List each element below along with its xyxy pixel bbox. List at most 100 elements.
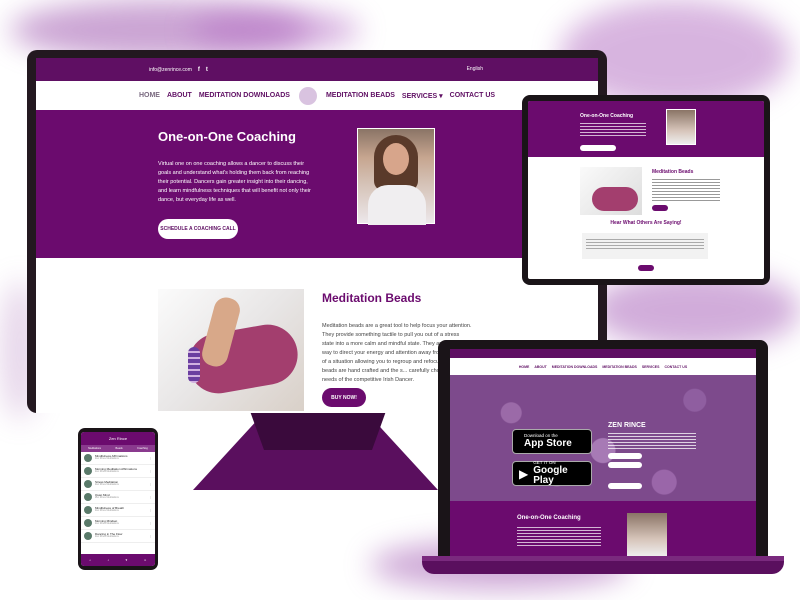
twitter-icon[interactable]: t — [206, 67, 208, 73]
track-subtitle: Zen Rince Meditations — [95, 509, 119, 513]
testimonial-box — [582, 233, 708, 259]
coaching-hero: One-on-One Coaching Virtual one on one c… — [36, 110, 598, 258]
nav-about[interactable]: ABOUT — [167, 92, 192, 99]
list-item[interactable]: Mindfulness Affirmations Zen Rince Medita… — [81, 452, 155, 465]
testimonial-button[interactable] — [638, 265, 654, 271]
track-thumbnail — [84, 454, 92, 462]
smoke-decoration — [190, 10, 360, 50]
nav-services[interactable]: SERVICES ▾ — [402, 92, 443, 100]
track-subtitle: Zen Rince Meditations — [95, 522, 119, 526]
nav-meditation-downloads[interactable]: MEDITATION DOWNLOADS — [552, 365, 598, 369]
more-icon[interactable]: ⋮ — [149, 456, 152, 460]
list-item[interactable]: Morning Mindset Zen Rince Meditations ⋮ — [81, 517, 155, 530]
coaching-description: Virtual one on one coaching allows a dan… — [158, 161, 311, 203]
language-selector[interactable]: English — [467, 66, 483, 72]
laptop-portrait-image — [627, 513, 667, 556]
email-link[interactable]: info@zenrince.com — [149, 67, 192, 73]
testimonials-title: Hear What Others Are Saying! — [610, 220, 682, 226]
tablet-device: One-on-One Coaching Meditation Beads Hea… — [522, 95, 770, 285]
tablet-hero-text — [580, 123, 646, 137]
coaching-title: One-on-One Coaching — [158, 129, 296, 144]
tablet-beads-text — [652, 179, 720, 201]
nav-meditation-downloads[interactable]: MEDITATION DOWNLOADS — [199, 92, 290, 99]
list-item[interactable]: Dancing in The Flow Zen Rince Meditations… — [81, 530, 155, 543]
list-item[interactable]: Mindfulness of Breath Zen Rince Meditatio… — [81, 504, 155, 517]
more-icon[interactable]: ⋮ — [149, 482, 152, 486]
meditation-beads-image — [158, 289, 304, 411]
laptop-pill-button[interactable] — [608, 483, 642, 489]
tablet-schedule-button[interactable] — [580, 145, 616, 151]
laptop-pill-button[interactable] — [608, 453, 642, 459]
phone-app-header: Zen Rince — [81, 432, 155, 445]
buy-now-button[interactable]: BUY NOW! — [322, 388, 366, 407]
lotus-logo-icon[interactable] — [298, 86, 317, 105]
list-item[interactable]: Quiet Mind Zen Rince Meditations ⋮ — [81, 491, 155, 504]
more-icon[interactable]: ⋮ — [149, 469, 152, 473]
track-thumbnail — [84, 480, 92, 488]
google-play-big: Google Play — [533, 464, 568, 486]
track-subtitle: Zen Rince Meditations — [95, 483, 119, 487]
nav-contact-us[interactable]: CONTACT US — [664, 365, 687, 369]
laptop-hero: Download on the App Store ▶ GET IT ON Go… — [450, 375, 756, 501]
user-icon[interactable]: ☺ — [144, 558, 147, 562]
laptop-coaching-text — [517, 527, 601, 547]
tablet-buy-button[interactable] — [652, 205, 668, 211]
beads-title: Meditation Beads — [322, 291, 422, 305]
list-item[interactable]: Morning Meditation Affirmations Zen Rince… — [81, 465, 155, 478]
music-icon[interactable]: ♪ — [107, 558, 109, 562]
nav-about[interactable]: ABOUT — [534, 365, 546, 369]
tablet-hero: One-on-One Coaching — [528, 101, 764, 157]
laptop-hinge — [422, 556, 784, 561]
nav-home[interactable]: HOME — [139, 92, 160, 99]
track-subtitle: Zen Rince Meditations — [95, 496, 119, 500]
laptop-topbar — [450, 349, 756, 358]
showcase-stage: info@zenrince.com f t English HOME ABOUT… — [0, 0, 800, 600]
track-thumbnail — [84, 506, 92, 514]
phone-screen: Zen Rince Meditations Beads Coaching Min… — [81, 432, 155, 566]
track-thumbnail — [84, 519, 92, 527]
play-store-icon: ▶ — [519, 466, 529, 481]
list-item[interactable]: Stress Meditation Zen Rince Meditations ⋮ — [81, 478, 155, 491]
laptop-screen: HOME ABOUT MEDITATION DOWNLOADS MEDITATI… — [450, 349, 756, 556]
laptop-pill-button[interactable] — [608, 462, 642, 468]
track-subtitle: Zen Rince Meditations — [95, 457, 119, 461]
zen-rince-title: ZEN RINCE — [608, 422, 646, 429]
app-store-big: App Store — [524, 437, 572, 449]
zen-rince-text — [608, 433, 696, 449]
track-subtitle: Zen Rince Meditations — [95, 470, 119, 474]
nav-meditation-beads[interactable]: MEDITATION BEADS — [602, 365, 636, 369]
more-icon[interactable]: ⋮ — [149, 508, 152, 512]
laptop-coaching-title: One-on-One Coaching — [517, 515, 581, 521]
nav-meditation-beads[interactable]: MEDITATION BEADS — [326, 92, 395, 99]
tab-coaching[interactable]: Coaching — [137, 445, 148, 452]
track-thumbnail — [84, 532, 92, 540]
tablet-portrait-image — [666, 109, 696, 145]
tab-beads[interactable]: Beads — [116, 445, 123, 452]
google-play-button[interactable]: ▶ GET IT ON Google Play — [512, 461, 592, 486]
nav-home[interactable]: HOME — [519, 365, 530, 369]
schedule-coaching-button[interactable]: SCHEDULE A COACHING CALL — [158, 219, 238, 239]
phone-tabs: Meditations Beads Coaching — [81, 445, 155, 452]
track-thumbnail — [84, 493, 92, 501]
heart-icon[interactable]: ♥ — [125, 558, 127, 562]
nav-services[interactable]: SERVICES — [642, 365, 660, 369]
facebook-icon[interactable]: f — [198, 67, 200, 73]
track-subtitle: Zen Rince Meditations — [95, 535, 119, 539]
home-icon[interactable]: ⌂ — [89, 558, 91, 562]
desktop-nav: HOME ABOUT MEDITATION DOWNLOADS MEDITATI… — [36, 81, 598, 110]
laptop-coaching-section: One-on-One Coaching — [450, 501, 756, 556]
tablet-beads-image — [580, 167, 642, 215]
tablet-screen: One-on-One Coaching Meditation Beads Hea… — [528, 101, 764, 279]
phone-tabbar: ⌂ ♪ ♥ ☺ — [81, 554, 155, 566]
app-store-button[interactable]: Download on the App Store — [512, 429, 592, 454]
nav-contact-us[interactable]: CONTACT US — [450, 92, 495, 99]
tab-meditations[interactable]: Meditations — [88, 445, 101, 452]
laptop-device: HOME ABOUT MEDITATION DOWNLOADS MEDITATI… — [438, 340, 768, 556]
meditation-list: Mindfulness Affirmations Zen Rince Medita… — [81, 452, 155, 543]
more-icon[interactable]: ⋮ — [149, 521, 152, 525]
tablet-beads-title: Meditation Beads — [652, 169, 694, 175]
desktop-topbar: info@zenrince.com f t English — [36, 58, 598, 81]
track-thumbnail — [84, 467, 92, 475]
more-icon[interactable]: ⋮ — [149, 495, 152, 499]
more-icon[interactable]: ⋮ — [149, 534, 152, 538]
